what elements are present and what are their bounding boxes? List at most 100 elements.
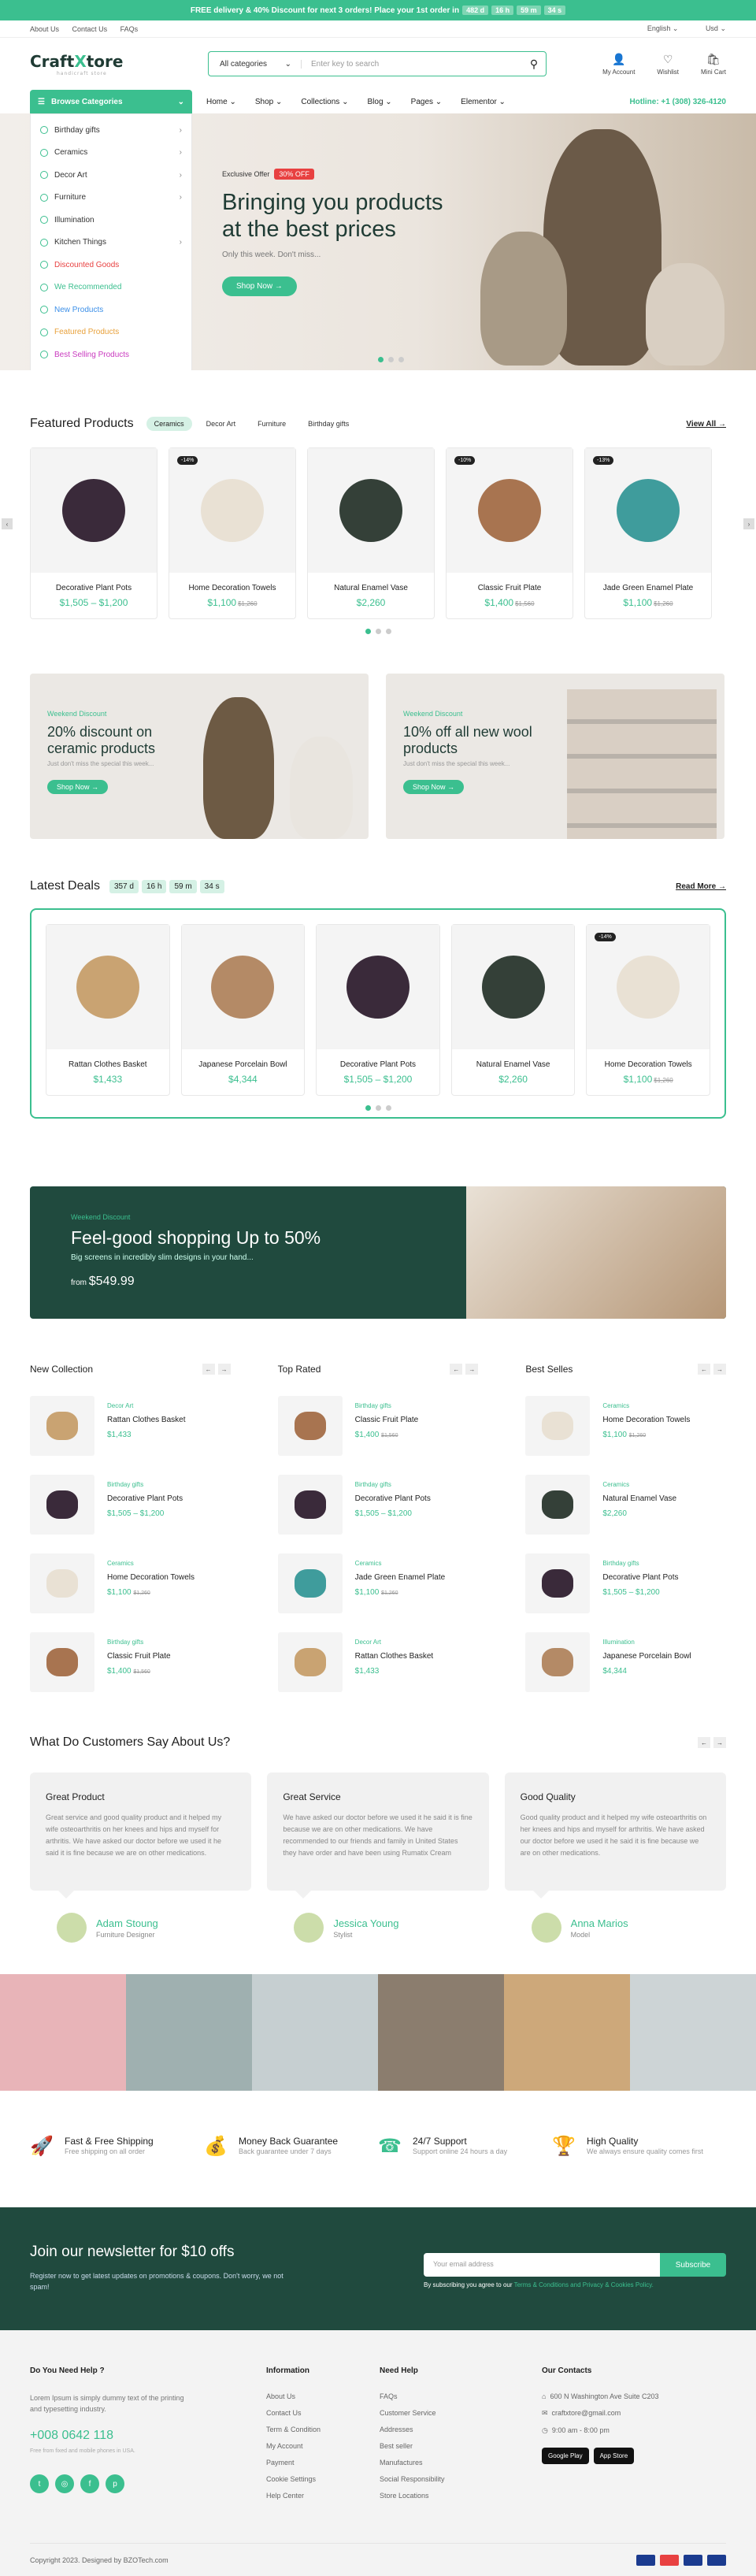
product-card[interactable]: Japanese Porcelain Bowl $4,344 xyxy=(180,924,306,1096)
next-arrow-icon[interactable]: → xyxy=(713,1737,726,1748)
gallery-image[interactable] xyxy=(252,1974,378,2091)
list-item[interactable]: Birthday gifts Decorative Plant Pots $1,50… xyxy=(525,1553,726,1613)
product-card[interactable]: -10% Classic Fruit Plate $1,400 $1,560 xyxy=(446,447,573,619)
item-name[interactable]: Decorative Plant Pots xyxy=(355,1494,431,1503)
gallery-image[interactable] xyxy=(378,1974,504,2091)
subscribe-button[interactable]: Subscribe xyxy=(660,2253,726,2277)
tab-decor-art[interactable]: Decor Art xyxy=(198,417,244,431)
item-category[interactable]: Birthday gifts xyxy=(355,1402,419,1409)
category-item[interactable]: Kitchen Things › xyxy=(31,232,191,254)
app-store-button[interactable]: App Store xyxy=(593,2448,635,2464)
slider-dot[interactable] xyxy=(365,629,371,634)
promo-banner[interactable]: Weekend Discount Feel-good shopping Up t… xyxy=(30,1186,726,1319)
list-item[interactable]: Birthday gifts Classic Fruit Plate $1,400 … xyxy=(30,1632,231,1692)
item-name[interactable]: Classic Fruit Plate xyxy=(107,1652,171,1661)
tab-birthday-gifts[interactable]: Birthday gifts xyxy=(300,417,357,431)
gallery-image[interactable] xyxy=(0,1974,126,2091)
list-item[interactable]: Birthday gifts Decorative Plant Pots $1,50… xyxy=(30,1475,231,1535)
product-card[interactable]: Decorative Plant Pots $1,505 – $1,200 xyxy=(316,924,440,1096)
product-card[interactable]: -14% Home Decoration Towels $1,100 $1,260 xyxy=(586,924,710,1096)
next-arrow-icon[interactable]: → xyxy=(713,1364,727,1375)
item-name[interactable]: Decorative Plant Pots xyxy=(602,1573,678,1582)
category-item[interactable]: Birthday gifts › xyxy=(31,119,191,142)
item-category[interactable]: Birthday gifts xyxy=(107,1481,183,1488)
category-item[interactable]: We Recommended xyxy=(31,277,191,299)
item-category[interactable]: Ceramics xyxy=(355,1560,446,1567)
footer-link[interactable]: Store Locations xyxy=(380,2492,542,2500)
prev-arrow-icon[interactable]: ‹ xyxy=(2,518,13,529)
slider-dot[interactable] xyxy=(398,357,404,362)
item-name[interactable]: Home Decoration Towels xyxy=(107,1573,195,1582)
footer-phone[interactable]: +008 0642 118 xyxy=(30,2429,266,2443)
product-name[interactable]: Decorative Plant Pots xyxy=(317,1060,439,1069)
nav-home[interactable]: Home ⌄ xyxy=(206,98,236,106)
nav-shop[interactable]: Shop ⌄ xyxy=(255,98,283,106)
terms-link[interactable]: Terms & Conditions and Privacy & Cookies… xyxy=(514,2281,654,2288)
slider-dot[interactable] xyxy=(375,1105,381,1111)
item-category[interactable]: Decor Art xyxy=(107,1402,186,1409)
item-name[interactable]: Japanese Porcelain Bowl xyxy=(602,1652,691,1661)
prev-arrow-icon[interactable]: ← xyxy=(698,1737,710,1748)
banner-shop-button[interactable]: Shop Now → xyxy=(47,780,109,794)
slider-dot[interactable] xyxy=(378,357,384,362)
newsletter-email-input[interactable]: Your email address xyxy=(424,2253,660,2277)
category-item[interactable]: Furniture › xyxy=(31,187,191,210)
banner-shop-button[interactable]: Shop Now → xyxy=(403,780,465,794)
category-item[interactable]: Illumination xyxy=(31,209,191,232)
nav-elementor[interactable]: Elementor ⌄ xyxy=(461,98,506,106)
product-name[interactable]: Classic Fruit Plate xyxy=(447,584,573,592)
product-name[interactable]: Home Decoration Towels xyxy=(587,1060,710,1069)
category-item[interactable]: New Products xyxy=(31,299,191,321)
footer-link[interactable]: Customer Service xyxy=(380,2409,542,2417)
next-arrow-icon[interactable]: → xyxy=(465,1364,479,1375)
read-more-link[interactable]: Read More → xyxy=(676,882,726,891)
item-category[interactable]: Ceramics xyxy=(602,1402,690,1409)
item-category[interactable]: Ceramics xyxy=(602,1481,676,1488)
banner-ceramic[interactable]: Weekend Discount 20% discount on ceramic … xyxy=(30,674,369,839)
search-input[interactable]: Enter key to search xyxy=(302,60,522,69)
list-item[interactable]: Ceramics Natural Enamel Vase $2,260 xyxy=(525,1475,726,1535)
footer-link[interactable]: Payment xyxy=(266,2459,380,2467)
tab-furniture[interactable]: Furniture xyxy=(250,417,294,431)
item-name[interactable]: Rattan Clothes Basket xyxy=(355,1652,434,1661)
view-all-link[interactable]: View All → xyxy=(686,420,726,429)
logo[interactable]: CraftXtore handicraft store xyxy=(30,52,208,76)
item-category[interactable]: Birthday gifts xyxy=(602,1560,678,1567)
category-item[interactable]: Featured Products xyxy=(31,321,191,344)
list-item[interactable]: Birthday gifts Decorative Plant Pots $1,50… xyxy=(277,1475,479,1535)
product-card[interactable]: -14% Home Decoration Towels $1,100 $1,260 xyxy=(169,447,296,619)
list-item[interactable]: Ceramics Home Decoration Towels $1,100 $1,… xyxy=(30,1553,231,1613)
item-name[interactable]: Classic Fruit Plate xyxy=(355,1416,419,1424)
product-name[interactable]: Home Decoration Towels xyxy=(169,584,295,592)
item-name[interactable]: Decorative Plant Pots xyxy=(107,1494,183,1503)
item-category[interactable]: Ceramics xyxy=(107,1560,195,1567)
wishlist-link[interactable]: ♡ Wishlist xyxy=(657,53,679,76)
next-arrow-icon[interactable]: › xyxy=(743,518,754,529)
cart-link[interactable]: 🛍 Mini Cart xyxy=(701,53,726,76)
hero-shop-button[interactable]: Shop Now → xyxy=(222,277,297,296)
product-card[interactable]: Decorative Plant Pots $1,505 – $1,200 xyxy=(30,447,158,619)
item-category[interactable]: Decor Art xyxy=(355,1639,434,1646)
slider-dot[interactable] xyxy=(385,629,391,634)
slider-dot[interactable] xyxy=(365,1105,371,1111)
slider-dot[interactable] xyxy=(385,1105,391,1111)
product-name[interactable]: Natural Enamel Vase xyxy=(308,584,434,592)
twitter-icon[interactable]: t xyxy=(30,2474,49,2493)
prev-arrow-icon[interactable]: ← xyxy=(450,1364,463,1375)
category-item[interactable]: Best Selling Products xyxy=(31,343,191,366)
prev-arrow-icon[interactable]: ← xyxy=(698,1364,711,1375)
language-select[interactable]: English ⌄ xyxy=(635,24,679,32)
nav-blog[interactable]: Blog ⌄ xyxy=(367,98,391,106)
product-card[interactable]: Natural Enamel Vase $2,260 xyxy=(450,924,576,1096)
search-icon[interactable]: ⚲ xyxy=(522,58,546,71)
product-name[interactable]: Rattan Clothes Basket xyxy=(46,1060,169,1069)
util-link-about[interactable]: About Us xyxy=(30,25,59,33)
product-name[interactable]: Decorative Plant Pots xyxy=(31,584,157,592)
util-link-contact[interactable]: Contact Us xyxy=(72,25,108,33)
footer-link[interactable]: Best seller xyxy=(380,2442,542,2450)
gallery-image[interactable] xyxy=(126,1974,252,2091)
footer-link[interactable]: About Us xyxy=(266,2392,380,2400)
footer-link[interactable]: Cookie Settings xyxy=(266,2475,380,2483)
account-link[interactable]: 👤 My Account xyxy=(602,53,635,76)
product-name[interactable]: Natural Enamel Vase xyxy=(452,1060,575,1069)
